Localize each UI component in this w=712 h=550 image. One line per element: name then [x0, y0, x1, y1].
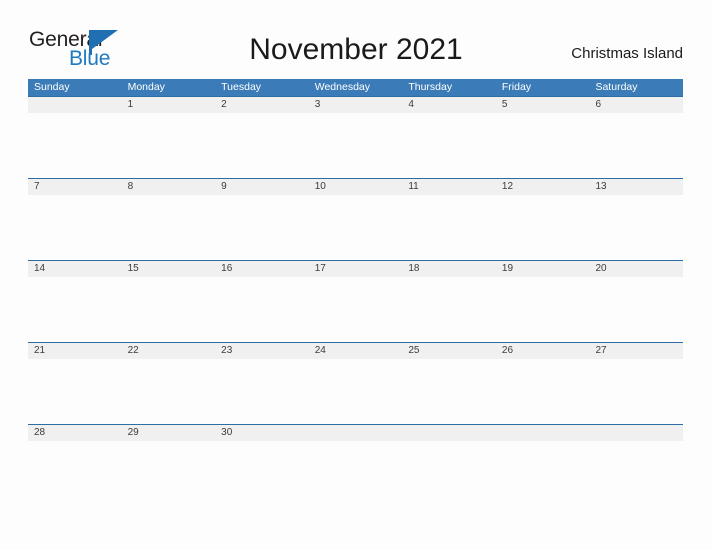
- weekday-header-tuesday: Tuesday: [221, 81, 262, 93]
- week-number-band: 21 22 23 24 25 26 27: [28, 342, 683, 359]
- week-number-band: 28 29 30: [28, 424, 683, 441]
- calendar-week-row: 28 29 30: [28, 424, 683, 506]
- day-cell-number[interactable]: 23: [215, 343, 309, 359]
- day-cell-number[interactable]: 21: [28, 343, 122, 359]
- weekday-header-monday: Monday: [127, 81, 165, 93]
- day-cell-number[interactable]: 14: [28, 261, 122, 277]
- weekday-header-sunday: Sunday: [34, 81, 70, 93]
- day-cell-number[interactable]: 3: [309, 97, 403, 113]
- week-number-band: 14 15 16 17 18 19 20: [28, 260, 683, 277]
- day-cell-number[interactable]: 11: [402, 179, 496, 195]
- day-cell-number[interactable]: 4: [402, 97, 496, 113]
- day-cell-number[interactable]: [496, 425, 590, 441]
- day-cell-number[interactable]: 6: [589, 97, 683, 113]
- day-cell-number[interactable]: [589, 425, 683, 441]
- calendar-week-row: 1 2 3 4 5 6: [28, 96, 683, 178]
- calendar-week-row: 7 8 9 10 11 12 13: [28, 178, 683, 260]
- day-cell-number[interactable]: 5: [496, 97, 590, 113]
- week-event-area[interactable]: [28, 277, 683, 342]
- day-cell-number[interactable]: 22: [122, 343, 216, 359]
- calendar-grid: Sunday Monday Tuesday Wednesday Thursday…: [28, 79, 683, 506]
- day-cell-number[interactable]: 9: [215, 179, 309, 195]
- week-event-area[interactable]: [28, 441, 683, 506]
- weekday-header-saturday: Saturday: [595, 81, 638, 93]
- day-cell-number[interactable]: [28, 97, 122, 113]
- week-event-area[interactable]: [28, 113, 683, 178]
- day-cell-number[interactable]: 13: [589, 179, 683, 195]
- day-cell-number[interactable]: 8: [122, 179, 216, 195]
- weekday-header-row: Sunday Monday Tuesday Wednesday Thursday…: [28, 79, 683, 96]
- weekday-header-thursday: Thursday: [408, 81, 453, 93]
- day-cell-number[interactable]: 10: [309, 179, 403, 195]
- week-number-band: 1 2 3 4 5 6: [28, 96, 683, 113]
- week-event-area[interactable]: [28, 359, 683, 424]
- calendar-week-row: 21 22 23 24 25 26 27: [28, 342, 683, 424]
- day-cell-number[interactable]: 19: [496, 261, 590, 277]
- day-cell-number[interactable]: 20: [589, 261, 683, 277]
- weekday-header-wednesday: Wednesday: [314, 81, 370, 93]
- day-cell-number[interactable]: 15: [122, 261, 216, 277]
- page-header: General Blue November 2021 Christmas Isl…: [0, 0, 712, 78]
- day-cell-number[interactable]: 30: [215, 425, 309, 441]
- day-cell-number[interactable]: [309, 425, 403, 441]
- day-cell-number[interactable]: 1: [122, 97, 216, 113]
- calendar-page: General Blue November 2021 Christmas Isl…: [0, 0, 712, 550]
- day-cell-number[interactable]: 28: [28, 425, 122, 441]
- day-cell-number[interactable]: 16: [215, 261, 309, 277]
- day-cell-number[interactable]: 27: [589, 343, 683, 359]
- day-cell-number[interactable]: 24: [309, 343, 403, 359]
- day-cell-number[interactable]: 18: [402, 261, 496, 277]
- week-number-band: 7 8 9 10 11 12 13: [28, 178, 683, 195]
- calendar-week-row: 14 15 16 17 18 19 20: [28, 260, 683, 342]
- day-cell-number[interactable]: 12: [496, 179, 590, 195]
- locale-label: Christmas Island: [571, 45, 683, 62]
- day-cell-number[interactable]: 25: [402, 343, 496, 359]
- day-cell-number[interactable]: 26: [496, 343, 590, 359]
- day-cell-number[interactable]: 2: [215, 97, 309, 113]
- day-cell-number[interactable]: [402, 425, 496, 441]
- weekday-header-friday: Friday: [501, 81, 532, 93]
- day-cell-number[interactable]: 29: [122, 425, 216, 441]
- week-event-area[interactable]: [28, 195, 683, 260]
- day-cell-number[interactable]: 7: [28, 179, 122, 195]
- day-cell-number[interactable]: 17: [309, 261, 403, 277]
